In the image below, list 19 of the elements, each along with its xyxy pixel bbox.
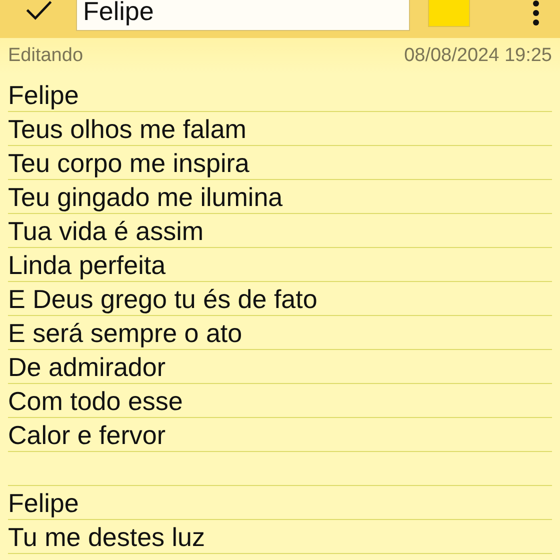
note-line: Teu gingado me ilumina xyxy=(8,182,283,212)
note-line: Teus olhos me falam xyxy=(8,114,246,144)
note-line: Linda perfeita xyxy=(8,250,166,280)
timestamp: 08/08/2024 19:25 xyxy=(404,45,552,67)
more-options-icon[interactable] xyxy=(532,0,540,26)
edit-mode-label: Editando xyxy=(8,45,84,67)
note-line: Felipe xyxy=(8,488,79,518)
checkmark-icon[interactable] xyxy=(24,0,54,20)
color-swatch[interactable] xyxy=(428,0,470,27)
title-field[interactable]: Felipe xyxy=(76,0,410,31)
note-line: E Deus grego tu és de fato xyxy=(8,284,318,314)
note-line: Tu me destes luz xyxy=(8,522,206,552)
note-line: De admirador xyxy=(8,352,166,382)
note-line: Calor e fervor xyxy=(8,420,166,450)
note-line: Felipe xyxy=(8,80,79,110)
note-line: Tua vida é assim xyxy=(8,216,204,246)
note-line: Teu corpo me inspira xyxy=(8,148,250,178)
note-line: E será sempre o ato xyxy=(8,318,242,348)
note-line: Com todo esse xyxy=(8,386,183,416)
